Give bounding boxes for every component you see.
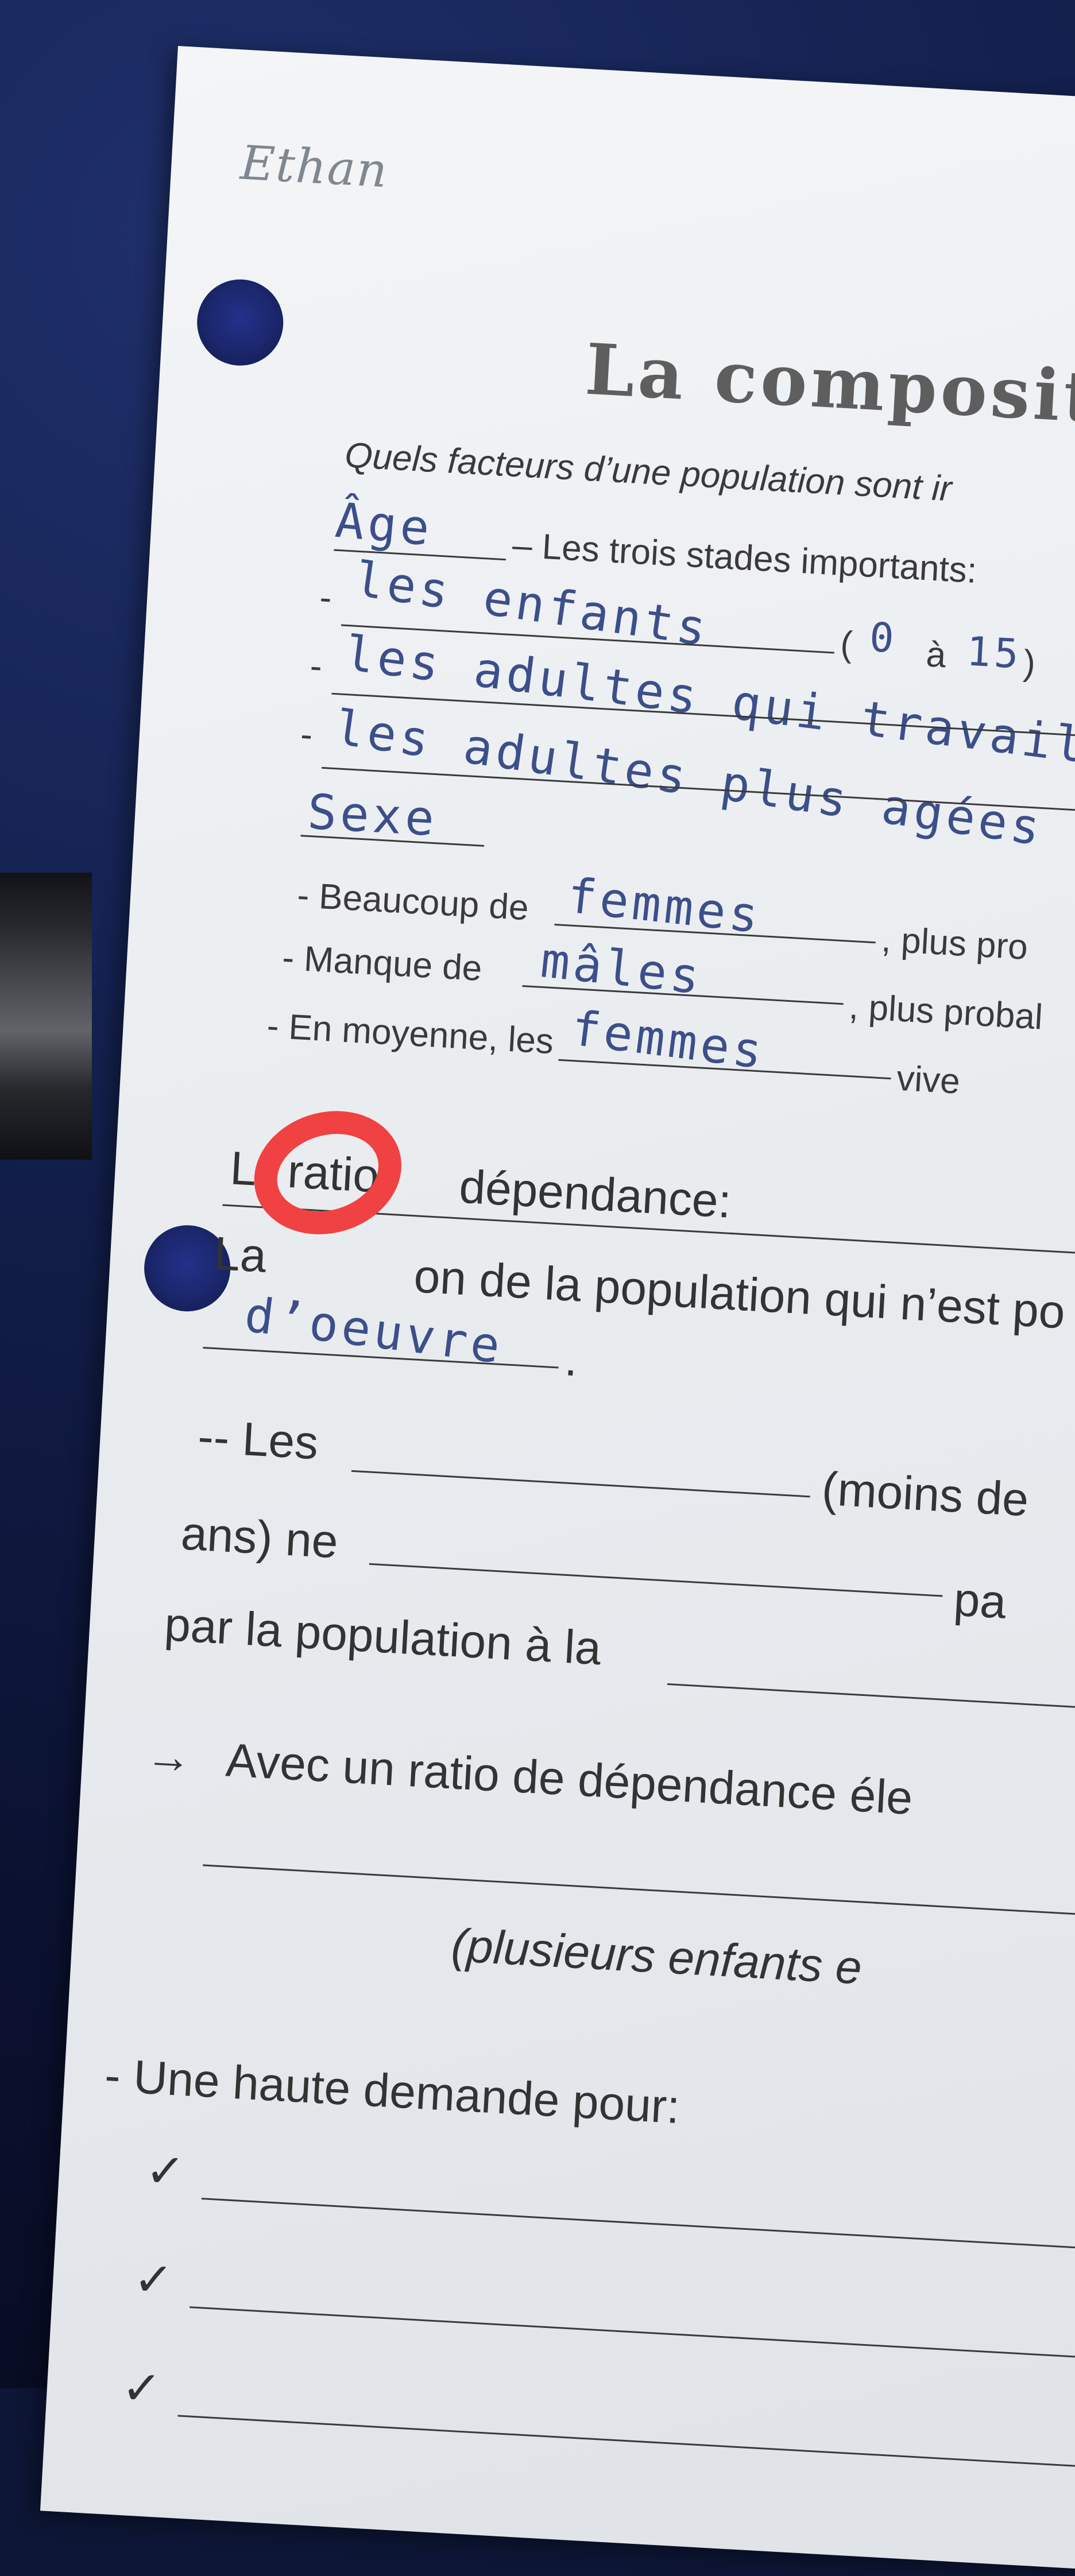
student-name: Ethan [239,135,390,199]
sex-line-1-answer: femmes [564,867,765,944]
check-icon-2: ✓ [132,2252,175,2307]
ratio-line-1-right: (moins de [820,1462,1030,1527]
ratio-line-1-blank [351,1470,810,1498]
arrow-text: Avec un ratio de dépendance éle [224,1734,914,1825]
sex-line-1-suffix: , plus pro [880,919,1029,967]
ratio-heading-left: L [229,1142,258,1196]
ratio-def-end: . [563,1333,579,1386]
sex-line-2-suffix: , plus probal [848,986,1044,1037]
ratio-def-left: La [212,1227,268,1283]
age-range-open: ( [839,624,854,665]
punch-hole-top [195,277,286,368]
stage-3-dash: - [299,714,314,755]
ratio-def-right: on de la population qui n’est po [412,1250,1067,1339]
sex-line-3-answer: femmes [568,1000,769,1080]
sex-line-3-prefix: - En moyenne, les [266,1006,555,1062]
stage-2-dash: - [309,646,323,687]
sex-line-2-prefix: - Manque de [281,938,484,989]
binder-strap [0,873,92,1160]
age-range-to: 15 [965,627,1023,678]
ratio-heading-right: dépendance: [458,1160,733,1228]
age-range-close: ) [1022,642,1037,683]
age-answer: Âge [332,491,435,557]
stage-1-dash: - [318,578,333,618]
arrow-icon: → [144,1729,194,1783]
plusieurs-text: (plusieurs enfants e [450,1919,864,1994]
demand-line-2 [190,2306,1075,2363]
demand-line-1 [201,2198,1075,2255]
demand-label: - Une haute demande pour: [103,2049,682,2134]
age-stages-label: – Les trois stades importants: [511,525,978,591]
ratio-line-2-left: ans) ne [179,1507,340,1568]
red-circle-mark [239,1093,417,1252]
ratio-line-2-right: pa [952,1573,1008,1629]
check-icon-3: ✓ [120,2361,163,2416]
ratio-line-2-blank [369,1563,943,1597]
sex-line-1-prefix: - Beaucoup de [296,875,530,928]
ratio-line-3-blank [667,1683,1075,1714]
check-icon-1: ✓ [144,2144,187,2199]
worksheet-paper: Ethan La compositio Quels facteurs d’une… [40,46,1075,2576]
age-range-from: 0 [868,613,899,663]
ratio-line-1-left: -- Les [196,1410,320,1470]
arrow-answer-line [203,1864,1075,1921]
age-range-word: à [925,634,948,676]
sex-line-3-suffix: vive [895,1058,961,1102]
ratio-line-3-left: par la population à la [163,1598,603,1675]
worksheet-title: La compositio [583,327,1075,444]
question-text: Quels facteurs d’une population sont ir [343,435,953,509]
demand-line-3 [177,2415,1075,2472]
